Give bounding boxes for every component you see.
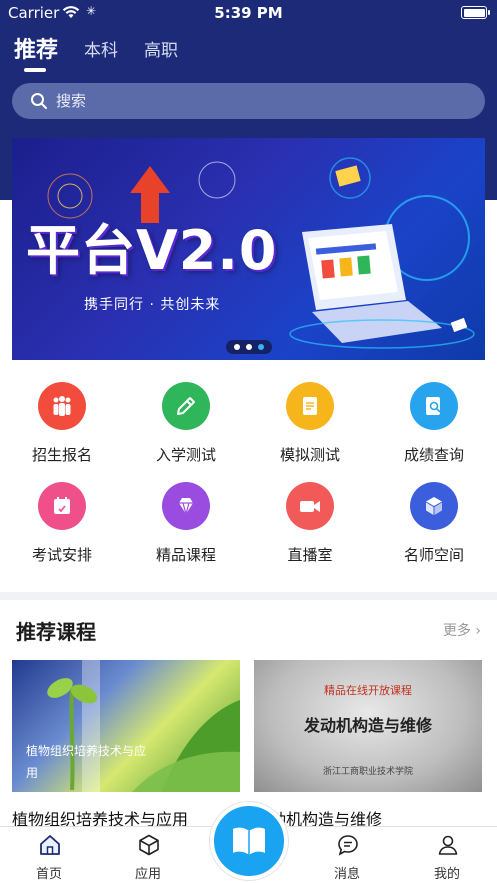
tabbar-messages[interactable]: 消息 bbox=[312, 833, 382, 882]
tab-vocational[interactable]: 高职 bbox=[144, 36, 178, 61]
carousel-dot bbox=[246, 344, 252, 350]
grid-item-label: 直播室 bbox=[287, 546, 333, 564]
feature-grid: 招生报名 入学测试 模拟测试 成绩查询 考试安排 精品课程 直播室 名师空间 bbox=[0, 370, 497, 590]
grid-item-label: 精品课程 bbox=[155, 546, 216, 564]
banner-title: 平台V2.0 bbox=[26, 219, 278, 282]
active-tab-indicator bbox=[24, 68, 46, 72]
grid-item-premium-courses[interactable]: 精品课程 bbox=[124, 470, 248, 570]
calendar-icon bbox=[38, 482, 86, 530]
grid-item-enrollment[interactable]: 招生报名 bbox=[0, 370, 124, 470]
carousel-dot-active bbox=[258, 344, 264, 350]
tab-recommend[interactable]: 推荐 bbox=[14, 32, 58, 64]
thumbnail-title: 发动机构造与维修 bbox=[303, 716, 432, 735]
search-document-icon bbox=[410, 382, 458, 430]
tabbar-label: 我的 bbox=[433, 867, 460, 882]
grid-item-score-query[interactable]: 成绩查询 bbox=[372, 370, 496, 470]
document-icon bbox=[286, 382, 334, 430]
grid-item-entrance-test[interactable]: 入学测试 bbox=[124, 370, 248, 470]
app-screen: Carrier ✳ 5:39 PM 推荐 本科 高职 搜索 平台V2.0 携手同… bbox=[0, 0, 497, 883]
message-icon bbox=[338, 835, 358, 856]
grid-item-label: 模拟测试 bbox=[279, 446, 340, 464]
course-card-thumbnail[interactable]: 植物组织培养技术与应用 bbox=[12, 660, 240, 792]
open-book-icon bbox=[233, 827, 265, 855]
tab-undergraduate[interactable]: 本科 bbox=[84, 36, 118, 61]
clock: 5:39 PM bbox=[214, 4, 283, 22]
status-bar: Carrier ✳ 5:39 PM bbox=[0, 0, 497, 26]
promo-banner[interactable]: 平台V2.0 携手同行 · 共创未来 bbox=[12, 138, 485, 360]
banner-subtitle: 携手同行 · 共创未来 bbox=[84, 297, 221, 313]
carousel-indicator[interactable] bbox=[226, 340, 272, 354]
grid-item-label: 名师空间 bbox=[403, 546, 464, 564]
search-bar[interactable] bbox=[12, 83, 485, 119]
center-action-button[interactable] bbox=[210, 802, 288, 880]
tabbar-profile[interactable]: 我的 bbox=[412, 833, 482, 882]
grid-item-label: 考试安排 bbox=[31, 546, 92, 564]
home-icon bbox=[40, 835, 60, 855]
grid-item-label: 入学测试 bbox=[155, 446, 216, 464]
battery-icon bbox=[461, 6, 490, 19]
pencil-icon bbox=[162, 382, 210, 430]
tabbar-label: 首页 bbox=[35, 867, 62, 882]
people-icon bbox=[38, 382, 86, 430]
carousel-dot bbox=[234, 344, 240, 350]
thumbnail-caption: 植物组织培养技术与应用 bbox=[26, 744, 147, 780]
more-link-label: 更多 bbox=[442, 623, 471, 639]
section-divider bbox=[0, 592, 497, 600]
course-card-thumbnail[interactable]: 精品在线开放课程 发动机构造与维修 浙江工商职业技术学院 bbox=[254, 660, 482, 792]
more-link[interactable]: 更多 › bbox=[443, 620, 481, 640]
user-icon bbox=[438, 835, 458, 855]
grid-item-exam-schedule[interactable]: 考试安排 bbox=[0, 470, 124, 570]
diamond-icon bbox=[162, 482, 210, 530]
grid-item-teacher-space[interactable]: 名师空间 bbox=[372, 470, 496, 570]
tabbar-apps[interactable]: 应用 bbox=[113, 833, 183, 882]
section-title: 推荐课程 bbox=[16, 620, 96, 644]
thumbnail-institution: 浙江工商职业技术学院 bbox=[322, 767, 413, 777]
tabbar-label: 应用 bbox=[134, 867, 161, 882]
tabbar-label: 消息 bbox=[333, 867, 360, 882]
cube-icon bbox=[410, 482, 458, 530]
grid-item-live-room[interactable]: 直播室 bbox=[248, 470, 372, 570]
search-icon bbox=[31, 93, 47, 109]
grid-item-mock-test[interactable]: 模拟测试 bbox=[248, 370, 372, 470]
tabbar-home[interactable]: 首页 bbox=[14, 833, 84, 882]
video-camera-icon bbox=[286, 482, 334, 530]
search-input[interactable] bbox=[56, 89, 456, 113]
grid-item-label: 成绩查询 bbox=[403, 446, 464, 464]
cube-icon bbox=[139, 834, 159, 856]
grid-item-label: 招生报名 bbox=[31, 446, 92, 464]
thumbnail-tagline: 精品在线开放课程 bbox=[324, 684, 412, 697]
chevron-right-icon: › bbox=[470, 623, 481, 639]
